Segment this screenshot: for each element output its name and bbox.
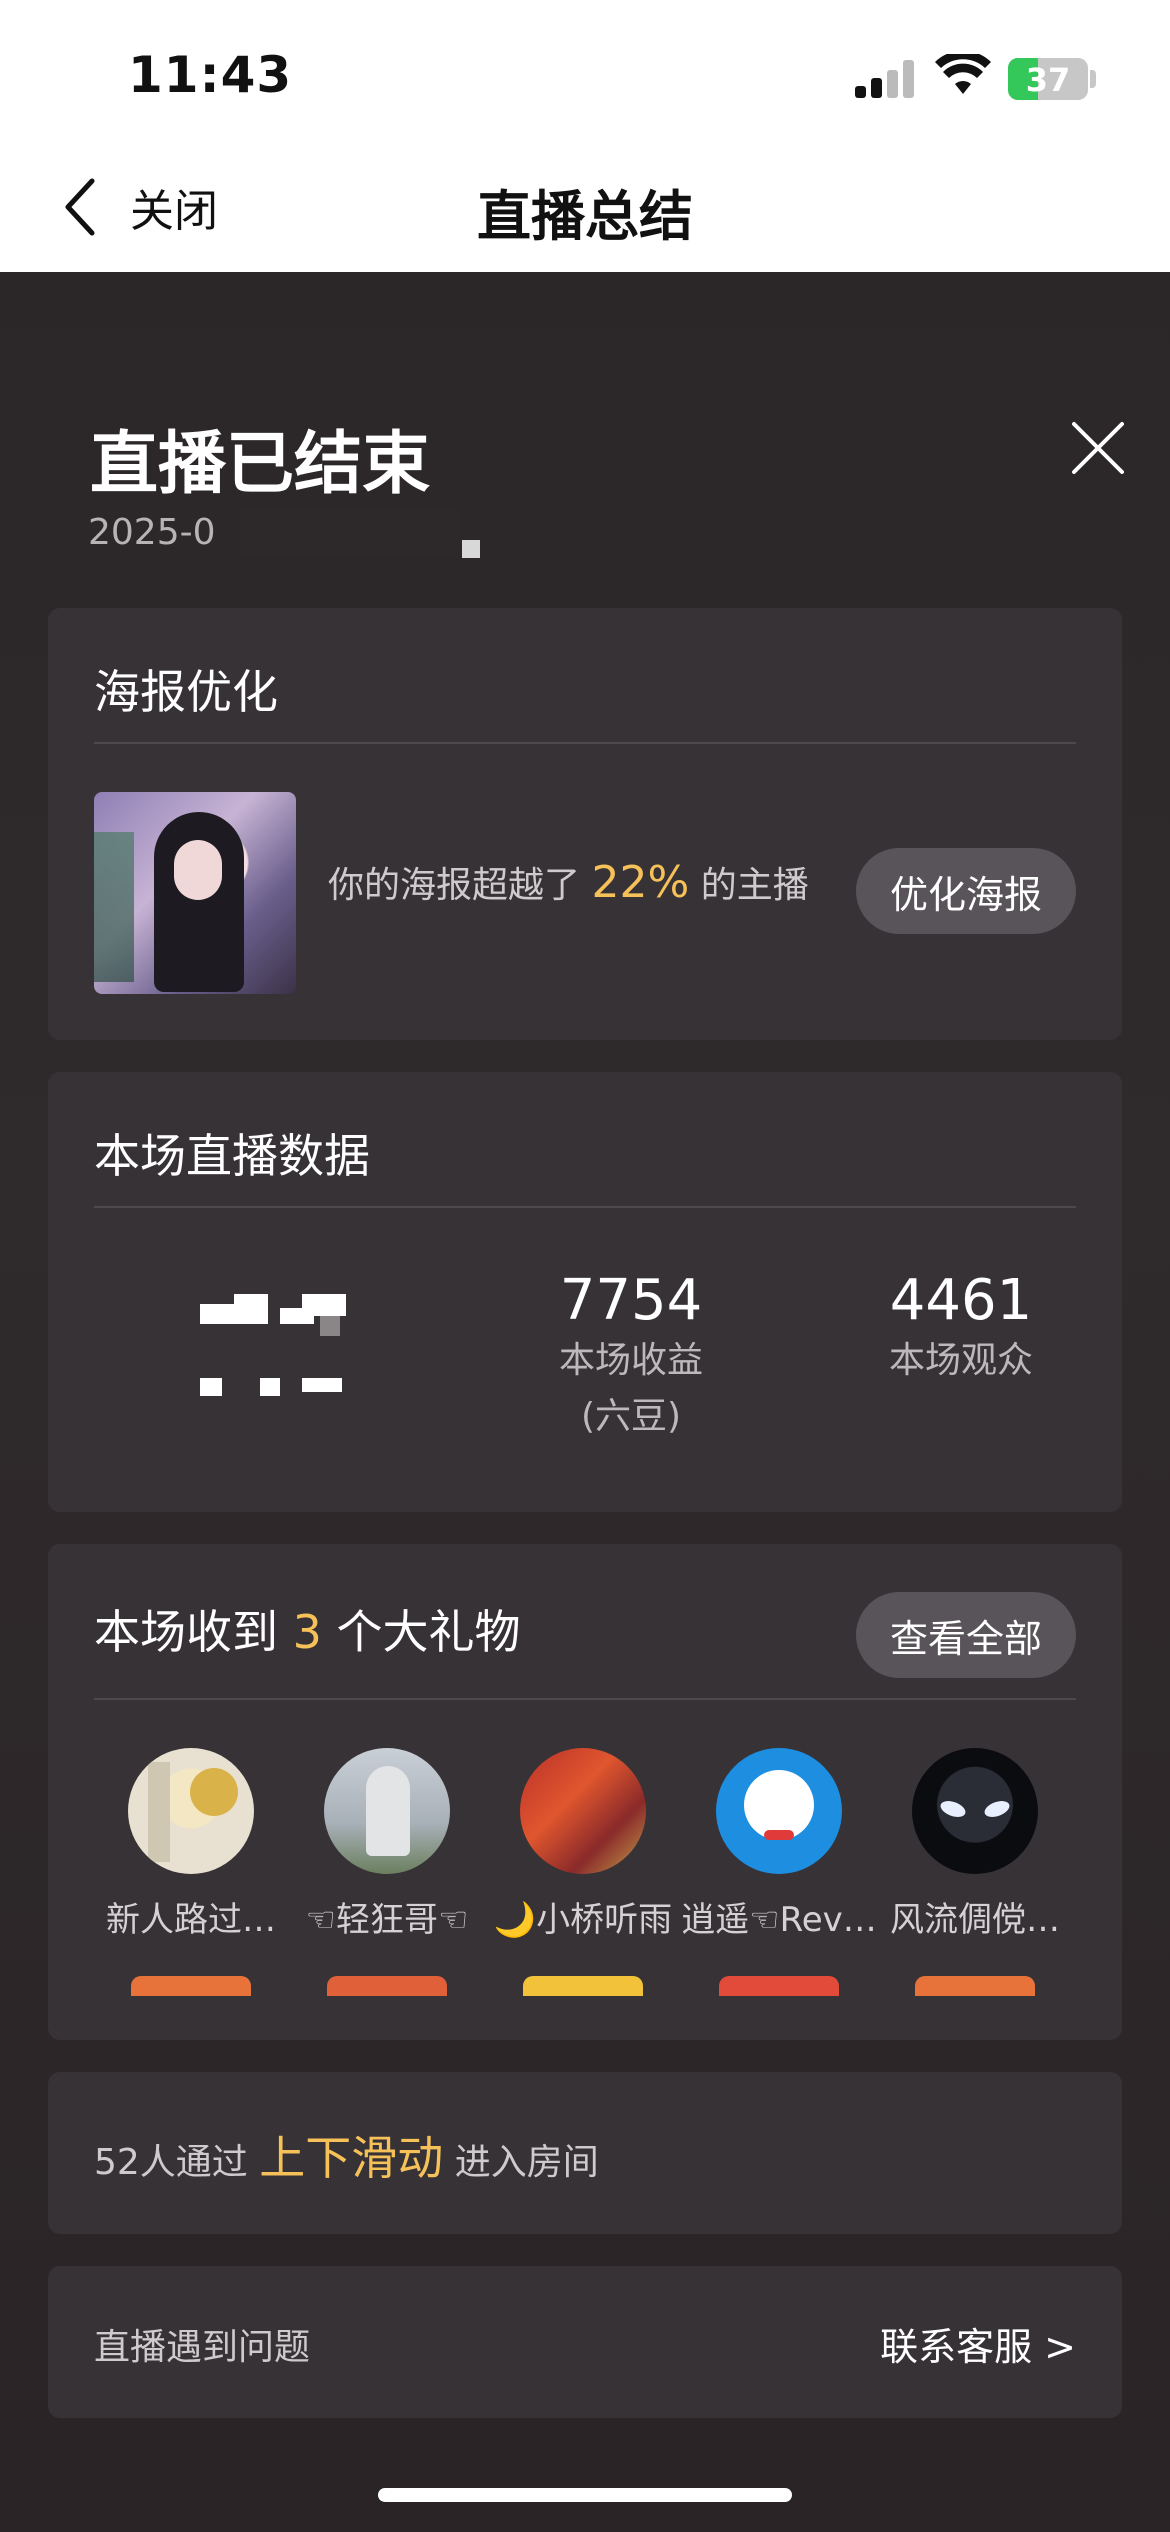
live-date: 2025-0	[88, 512, 216, 553]
top-bar: 11:43 37 关闭 直播总结	[0, 0, 1170, 272]
gifter-name: 逍遥☜Rev…	[681, 1900, 877, 1940]
battery-cap	[1090, 70, 1096, 88]
wifi-icon	[935, 54, 991, 94]
gifter-item[interactable]: 逍遥☜Rev…	[681, 1748, 877, 1941]
battery-icon: 37	[1008, 58, 1088, 100]
big-gifts-prefix: 本场收到	[94, 1605, 278, 1659]
stat-viewers: 4461 本场观众	[796, 1268, 1126, 1389]
stat-earnings-value: 7754	[559, 1268, 703, 1333]
gifter-item[interactable]: 🌙小桥听雨	[485, 1748, 681, 1941]
big-gifts-card: 本场收到 3 个大礼物 查看全部 新人路过… ☜轻狂哥☜ 🌙小桥听雨 逍遥☜Re…	[48, 1544, 1122, 2040]
poster-card: 海报优化 你的海报超越了 22% 的主播 优化海报	[48, 608, 1122, 1040]
divider	[94, 1206, 1076, 1208]
poster-rank-text: 你的海报超越了 22% 的主播	[328, 856, 809, 908]
gifter-name: 🌙小桥听雨	[493, 1900, 673, 1940]
close-icon[interactable]	[1068, 418, 1128, 478]
gift-badge	[131, 1976, 251, 1996]
live-data-title: 本场直播数据	[94, 1129, 370, 1183]
help-card: 直播遇到问题 联系客服 >	[48, 2266, 1122, 2418]
poster-card-title: 海报优化	[94, 665, 278, 719]
optimize-poster-button[interactable]: 优化海报	[856, 848, 1076, 934]
gifter-avatar	[520, 1748, 646, 1874]
swipe-entry-card: 52人通过 上下滑动 进入房间	[48, 2072, 1122, 2234]
home-indicator	[378, 2488, 792, 2502]
poster-rank-suffix: 的主播	[700, 865, 809, 906]
gifter-avatar	[716, 1748, 842, 1874]
swipe-entry-text: 52人通过 上下滑动 进入房间	[94, 2122, 599, 2188]
redacted-date	[240, 508, 480, 558]
gifter-item[interactable]: ☜轻狂哥☜	[289, 1748, 485, 1941]
gifter-avatar	[324, 1748, 450, 1874]
gifter-name: 新人路过…	[106, 1900, 276, 1940]
divider	[94, 1698, 1076, 1700]
gift-badge	[523, 1976, 643, 1996]
gift-badge	[719, 1976, 839, 1996]
poster-rank-percent: 22%	[591, 857, 690, 908]
gift-badge	[915, 1976, 1035, 1996]
swipe-highlight: 上下滑动	[259, 2131, 444, 2185]
page-title: 直播总结	[477, 185, 693, 248]
view-all-button[interactable]: 查看全部	[856, 1592, 1076, 1678]
gifter-name: 风流倜傥…	[890, 1900, 1060, 1940]
gifter-item[interactable]: 风流倜傥…	[877, 1748, 1073, 1941]
stat-viewers-label: 本场观众	[888, 1340, 1033, 1381]
stat-earnings-label: 本场收益	[558, 1340, 703, 1381]
gifter-item[interactable]: 新人路过…	[93, 1748, 289, 1941]
cellular-signal-icon	[855, 60, 915, 98]
live-ended-title: 直播已结束	[90, 425, 431, 504]
problem-label: 直播遇到问题	[94, 2327, 311, 2368]
stat-earnings-unit: (六豆)	[580, 1396, 682, 1437]
swipe-suffix: 进入房间	[454, 2142, 599, 2183]
big-gifts-count: 3	[292, 1605, 322, 1659]
gifter-avatar	[912, 1748, 1038, 1874]
gifter-avatar	[128, 1748, 254, 1874]
poster-thumbnail[interactable]	[94, 792, 296, 994]
gifter-name: ☜轻狂哥☜	[305, 1900, 469, 1940]
contact-support-link[interactable]: 联系客服 >	[880, 2316, 1076, 2371]
live-data-card: 本场直播数据 7754 本场收益 (六豆) 4461 本场观众	[48, 1072, 1122, 1512]
divider	[94, 742, 1076, 744]
big-gifts-title: 本场收到 3 个大礼物	[94, 1596, 521, 1662]
gift-badge	[327, 1976, 447, 1996]
stat-earnings: 7754 本场收益 (六豆)	[466, 1268, 796, 1445]
swipe-prefix: 52人通过	[94, 2142, 248, 2183]
stat-viewers-value: 4461	[889, 1268, 1033, 1333]
battery-percent: 37	[1025, 61, 1071, 99]
poster-rank-prefix: 你的海报超越了	[328, 865, 581, 906]
status-time: 11:43	[128, 46, 293, 104]
big-gifts-suffix: 个大礼物	[336, 1605, 521, 1659]
